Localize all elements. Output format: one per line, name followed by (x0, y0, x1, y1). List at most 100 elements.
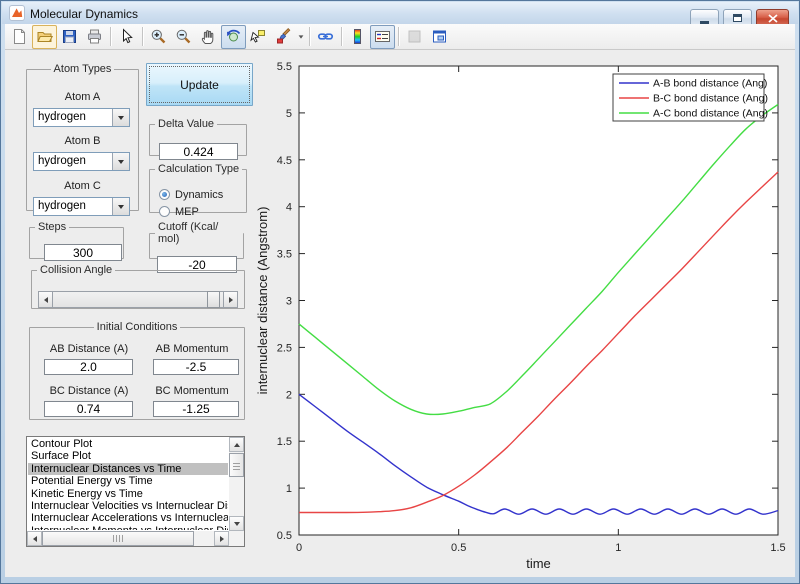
zoom-out-button[interactable] (171, 25, 196, 49)
delta-value-field[interactable] (159, 143, 238, 160)
delta-value-panel: Delta Value (149, 118, 247, 156)
list-item[interactable]: Surface Plot (28, 450, 228, 462)
legend-entry-label: B-C bond distance (Ang) (653, 93, 768, 105)
brush-data-button[interactable] (271, 25, 296, 49)
list-item[interactable]: Kinetic Energy vs Time (28, 488, 228, 500)
steps-field[interactable] (44, 244, 122, 261)
list-item[interactable]: Contour Plot (28, 438, 228, 450)
atom-a-dropdown-button[interactable] (112, 109, 129, 126)
rotate-3d-icon (225, 28, 242, 45)
print-figure-icon (86, 28, 103, 45)
bc-distance-field[interactable] (44, 401, 133, 417)
radio-mep[interactable]: MEP (159, 205, 199, 218)
brush-dropdown-caret[interactable] (296, 26, 306, 48)
chevron-down-icon (118, 160, 124, 164)
arrow-down-icon (234, 522, 240, 526)
svg-text:1.5: 1.5 (277, 436, 292, 448)
pan-button[interactable] (196, 25, 221, 49)
window-title: Molecular Dynamics (30, 7, 138, 21)
data-cursor-icon (250, 28, 267, 45)
radio-selected-icon (159, 189, 170, 200)
arrow-up-icon (234, 443, 240, 447)
insert-colorbar-icon (349, 28, 366, 45)
listbox-horizontal-scrollbar[interactable] (27, 531, 229, 546)
new-figure-button[interactable] (7, 25, 32, 49)
list-item[interactable]: Internuclear Distances vs Time (28, 463, 228, 475)
insert-legend-icon (374, 28, 391, 45)
horizontal-scroll-thumb[interactable] (42, 531, 194, 546)
hide-plot-tools-button[interactable] (402, 25, 427, 49)
svg-text:3: 3 (286, 296, 292, 308)
print-figure-button[interactable] (82, 25, 107, 49)
x-axis-label: time (526, 556, 551, 571)
svg-text:2.5: 2.5 (277, 342, 292, 354)
update-button[interactable]: Update (146, 63, 253, 106)
svg-text:0: 0 (296, 542, 302, 554)
arrow-right-icon (220, 536, 224, 542)
atom-c-label: Atom C (27, 180, 138, 192)
atom-b-dropdown-button[interactable] (112, 153, 129, 170)
plot-type-listbox[interactable]: Contour PlotSurface PlotInternuclear Dis… (26, 436, 245, 547)
collision-angle-title: Collision Angle (37, 264, 115, 276)
open-file-button[interactable] (32, 25, 57, 49)
svg-text:4: 4 (286, 202, 292, 214)
svg-text:5.5: 5.5 (277, 61, 292, 73)
data-cursor-button[interactable] (246, 25, 271, 49)
slider-left-arrow[interactable] (38, 291, 53, 308)
scroll-up-button[interactable] (229, 437, 244, 452)
cutoff-panel: Cutoff (Kcal/ mol) (149, 221, 244, 259)
scrollbar-corner (229, 531, 244, 546)
cutoff-title: Cutoff (Kcal/ mol) (155, 221, 243, 245)
app-window: Molecular Dynamics (0, 0, 800, 584)
slider-thumb[interactable] (207, 291, 220, 308)
scroll-down-button[interactable] (229, 516, 244, 531)
chevron-down-icon (299, 35, 304, 38)
ab-momentum-label: AB Momentum (144, 343, 240, 355)
matlab-logo-icon (9, 5, 25, 26)
calculation-type-panel: Calculation Type Dynamics MEP (149, 163, 247, 213)
insert-colorbar-button[interactable] (345, 25, 370, 49)
close-icon (768, 14, 778, 23)
insert-legend-button[interactable] (370, 25, 395, 49)
vertical-scroll-thumb[interactable] (229, 453, 244, 477)
figure-canvas: Atom Types Atom A hydrogen Atom B hydrog… (5, 50, 795, 577)
rotate-3d-button[interactable] (221, 25, 246, 49)
list-item[interactable]: Internuclear Accelerations vs Internucle… (28, 512, 228, 524)
save-figure-icon (61, 28, 78, 45)
brush-data-icon (275, 28, 292, 45)
arrow-left-icon (44, 297, 48, 303)
list-item[interactable]: Potential Energy vs Time (28, 475, 228, 487)
bc-momentum-label: BC Momentum (144, 385, 240, 397)
plot-legend[interactable]: A-B bond distance (Ang)B-C bond distance… (613, 74, 768, 121)
scroll-right-button[interactable] (214, 531, 229, 546)
radio-dynamics[interactable]: Dynamics (159, 188, 223, 201)
svg-text:1: 1 (286, 483, 292, 495)
listbox-items: Contour PlotSurface PlotInternuclear Dis… (28, 438, 228, 530)
slider-right-arrow[interactable] (223, 291, 238, 308)
arrow-left-icon (33, 536, 37, 542)
ab-momentum-field[interactable] (153, 359, 239, 375)
zoom-in-button[interactable] (146, 25, 171, 49)
list-item[interactable]: Internuclear Momenta vs Internuclear Dis… (28, 525, 228, 530)
listbox-vertical-scrollbar[interactable] (229, 437, 244, 531)
initial-conditions-title: Initial Conditions (94, 321, 181, 333)
atom-b-dropdown[interactable]: hydrogen (33, 152, 130, 171)
list-item[interactable]: Internuclear Velocities vs Internuclear … (28, 500, 228, 512)
svg-text:1.5: 1.5 (770, 542, 785, 554)
atom-c-value: hydrogen (38, 200, 86, 212)
atom-c-dropdown-button[interactable] (112, 198, 129, 215)
link-plot-button[interactable] (313, 25, 338, 49)
svg-text:3.5: 3.5 (277, 249, 292, 261)
edit-plot-button[interactable] (114, 25, 139, 49)
ab-distance-field[interactable] (44, 359, 133, 375)
show-plot-tools-dock-figure-button[interactable] (427, 25, 452, 49)
atom-c-dropdown[interactable]: hydrogen (33, 197, 130, 216)
atom-a-dropdown[interactable]: hydrogen (33, 108, 130, 127)
title-bar[interactable]: Molecular Dynamics (2, 2, 798, 24)
toolbar-separator (110, 27, 111, 46)
bc-momentum-field[interactable] (153, 401, 239, 417)
save-figure-button[interactable] (57, 25, 82, 49)
scroll-left-button[interactable] (27, 531, 42, 546)
new-figure-icon (11, 28, 28, 45)
collision-angle-slider[interactable] (38, 291, 238, 308)
